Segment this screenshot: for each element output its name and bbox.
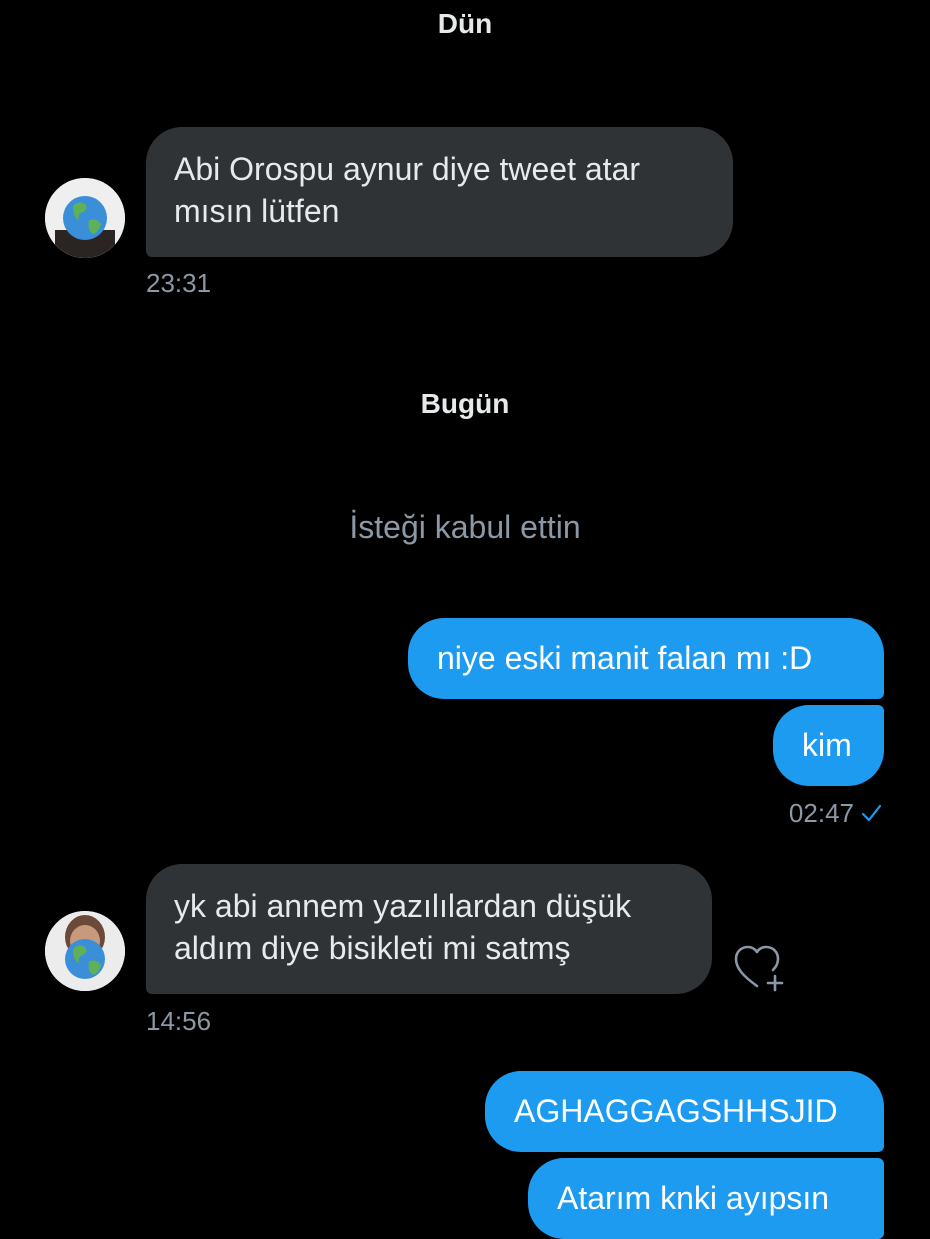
message-timestamp: 14:56 xyxy=(146,1006,212,1036)
message-bubble-incoming[interactable]: Abi Orospu aynur diye tweet atar mısın l… xyxy=(146,127,733,257)
message-bubble-outgoing[interactable]: Atarım knki ayıpsın xyxy=(528,1158,884,1239)
message-bubble-outgoing[interactable]: niye eski manit falan mı :D xyxy=(408,618,884,699)
request-accepted-note: İsteği kabul ettin xyxy=(349,509,581,545)
message-timestamp: 02:47 xyxy=(788,798,854,828)
globe-icon xyxy=(45,178,125,258)
check-icon xyxy=(861,804,882,822)
message-bubble-outgoing[interactable]: AGHAGGAGSHHSJID xyxy=(485,1071,884,1152)
day-separator-yesterday: Dün xyxy=(437,8,493,39)
message-bubble-incoming[interactable]: yk abi annem yazılılardan düşük aldım di… xyxy=(146,864,712,994)
avatar[interactable] xyxy=(45,911,125,991)
message-timestamp: 23:31 xyxy=(146,268,212,298)
message-bubble-outgoing[interactable]: kim xyxy=(773,705,884,786)
avatar[interactable] xyxy=(45,178,125,258)
day-separator-today: Bugün xyxy=(420,388,510,419)
globe-icon xyxy=(45,911,125,991)
heart-plus-icon[interactable] xyxy=(733,942,789,994)
